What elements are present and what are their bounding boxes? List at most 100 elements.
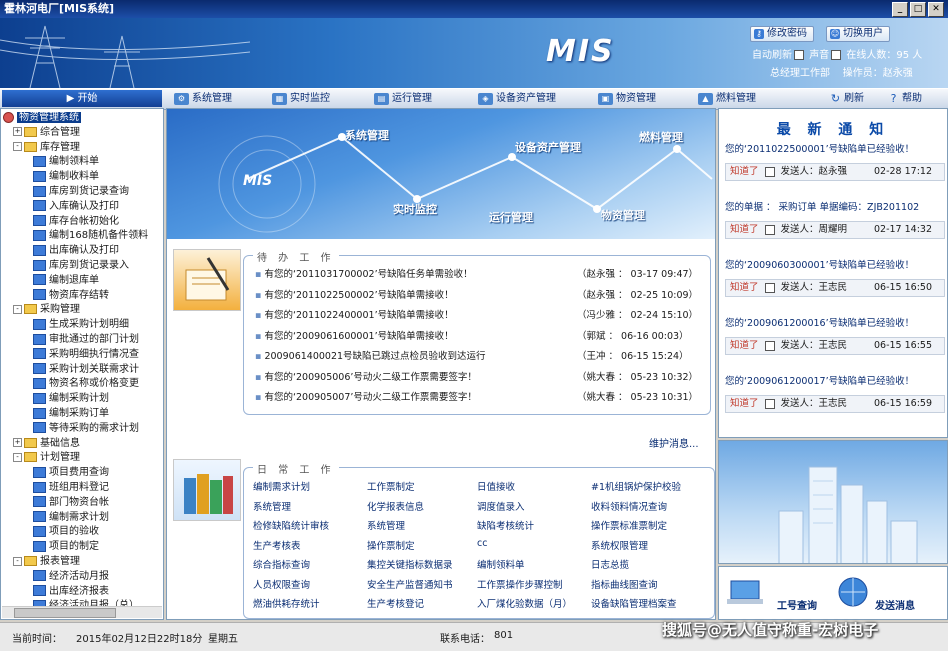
tree-leaf-item[interactable]: 班组用料登记 — [33, 481, 109, 494]
tree-leaf-item[interactable]: 编制采购订单 — [33, 407, 109, 420]
acknowledge-checkbox[interactable] — [764, 398, 775, 409]
notice-message[interactable]: 您的‘2009061200016’号缺陷单已经验收！ — [725, 315, 914, 329]
change-password-button[interactable]: ⚷ 修改密码 — [750, 26, 814, 42]
tree-leaf-item[interactable]: 出库确认及打印 — [33, 244, 119, 257]
todo-item[interactable]: ▪ 有您的‘200905006’号动火二级工作票需要签字！ （姚大春 ： 05-2… — [255, 370, 698, 386]
tree-leaf-item[interactable]: 采购明细执行情况查 — [33, 348, 139, 361]
tree-leaf-item[interactable]: 经济活动月报 — [33, 570, 109, 583]
daily-work-link[interactable]: 编制需求计划 — [253, 479, 310, 493]
daily-work-link[interactable]: 指标曲线图查询 — [591, 577, 658, 591]
expand-icon[interactable]: + — [13, 438, 22, 448]
daily-work-link[interactable]: 调度值录入 — [477, 499, 525, 513]
daily-work-link[interactable]: 系统管理 — [367, 518, 405, 532]
collapse-icon[interactable]: - — [13, 556, 22, 566]
close-button[interactable]: ✕ — [928, 2, 944, 17]
tree-horizontal-scrollbar[interactable] — [2, 606, 162, 618]
tree-leaf-item[interactable]: 项目的验收 — [33, 525, 99, 538]
tree-leaf-item[interactable]: 项目费用查询 — [33, 466, 109, 479]
nav-materials-management[interactable]: ▣ 物资管理 — [596, 92, 656, 106]
collapse-icon[interactable]: - — [13, 142, 22, 152]
minimize-button[interactable]: _ — [892, 2, 908, 17]
tree-leaf-item[interactable]: 编制采购计划 — [33, 392, 109, 405]
collapse-icon[interactable]: - — [13, 452, 22, 462]
tree-leaf-item[interactable]: 库存台帐初始化 — [33, 215, 119, 228]
daily-work-link[interactable]: 入厂煤化验数据（月） — [477, 596, 572, 610]
daily-work-link[interactable]: 人员权限查询 — [253, 577, 310, 591]
todo-item[interactable]: ▪ 有您的‘200905007’号动火二级工作票需要签字！ （姚大春 ： 05-2… — [255, 390, 698, 406]
daily-work-link[interactable]: 操作票制定 — [367, 538, 415, 552]
nav-operation-management[interactable]: ▤ 运行管理 — [372, 92, 432, 106]
acknowledge-checkbox[interactable] — [764, 166, 775, 177]
tree-folder-item[interactable]: - 报表管理 — [13, 555, 80, 568]
daily-work-link[interactable]: 设备缺陷管理档案查 — [591, 596, 677, 610]
daily-work-link[interactable]: 工作票制定 — [367, 479, 415, 493]
collapse-icon[interactable]: - — [13, 304, 22, 314]
daily-work-link[interactable]: 集控关键指标数据录 — [367, 557, 453, 571]
send-message-button[interactable]: 发送消息 — [875, 597, 915, 612]
scrollbar-thumb[interactable] — [14, 608, 116, 618]
auto-refresh-checkbox[interactable] — [794, 50, 804, 60]
tree-folder-item[interactable]: - 采购管理 — [13, 303, 80, 316]
daily-work-link[interactable]: 日值接收 — [477, 479, 515, 493]
notice-message[interactable]: 您的单据 ： 采购订单 单据编码：ZJB201102 — [725, 199, 919, 213]
todo-item[interactable]: ▪ 有您的‘2011031700002’号缺陷任务单需验收！ （赵永强 ： 03-… — [255, 267, 698, 283]
nav-equipment-assets[interactable]: ◈ 设备资产管理 — [476, 92, 556, 106]
expand-icon[interactable]: + — [13, 127, 22, 137]
tree-folder-item[interactable]: - 计划管理 — [13, 451, 80, 464]
daily-work-link[interactable]: 操作票标准票制定 — [591, 518, 667, 532]
tree-leaf-item[interactable]: 项目的制定 — [33, 540, 99, 553]
daily-work-link[interactable]: 安全生产监督通知书 — [367, 577, 453, 591]
todo-item[interactable]: ▪ 有您的‘2011022500002’号缺陷单需接收！ （赵永强 ： 02-25… — [255, 288, 698, 304]
start-button[interactable]: ▶ 开始 — [2, 90, 162, 107]
daily-work-link[interactable]: 收料领料情况查询 — [591, 499, 667, 513]
work-query-button[interactable]: 工号查询 — [777, 597, 817, 612]
daily-work-link[interactable]: 综合指标查询 — [253, 557, 310, 571]
daily-work-link[interactable]: 日志总揽 — [591, 557, 629, 571]
tree-leaf-item[interactable]: 入库确认及打印 — [33, 200, 119, 213]
tree-leaf-item[interactable]: 审批通过的部门计划 — [33, 333, 139, 346]
tree-leaf-item[interactable]: 物资库存结转 — [33, 289, 109, 302]
tree-leaf-item[interactable]: 生成采购计划明细 — [33, 318, 129, 331]
tree-leaf-item[interactable]: 编制退库单 — [33, 274, 99, 287]
todo-item[interactable]: ▪ 有您的‘2011022400001’号缺陷单需接收！ （冯少雅 ： 02-24… — [255, 308, 698, 324]
todo-item[interactable]: ▪ 有您的‘2009061600001’号缺陷单需接收！ （郭斌 ： 06-16 … — [255, 329, 689, 345]
switch-user-button[interactable]: ☺ 切换用户 — [826, 26, 890, 42]
daily-work-link[interactable]: 检修缺陷统计审核 — [253, 518, 329, 532]
daily-work-link[interactable]: 生产考核登记 — [367, 596, 424, 610]
tree-leaf-item[interactable]: 库房到货记录查询 — [33, 185, 129, 198]
daily-work-link[interactable]: 编制领料单 — [477, 557, 525, 571]
todo-item[interactable]: ▪ 2009061400021号缺陷已跳过点检员验收到达运行 （王冲 ： 06-1… — [255, 349, 689, 365]
notice-message[interactable]: 您的‘2009060300001’号缺陷单已经验收！ — [725, 257, 914, 271]
tree-folder-item[interactable]: + 基础信息 — [13, 437, 80, 450]
maximize-button[interactable]: □ — [910, 2, 926, 17]
tree-leaf-item[interactable]: 物资名称或价格变更 — [33, 377, 139, 390]
acknowledge-checkbox[interactable] — [764, 340, 775, 351]
acknowledge-checkbox[interactable] — [764, 282, 775, 293]
daily-work-link[interactable]: 工作票操作步骤控制 — [477, 577, 563, 591]
tree-root[interactable]: 物资管理系统 — [3, 111, 81, 124]
tree-leaf-item[interactable]: 编制168随机备件领料 — [33, 229, 148, 242]
nav-system-management[interactable]: ⚙ 系统管理 — [172, 92, 232, 106]
daily-work-link[interactable]: 生产考核表 — [253, 538, 301, 552]
daily-work-link[interactable]: 缺陷考核统计 — [477, 518, 534, 532]
daily-work-link[interactable]: 系统管理 — [253, 499, 291, 513]
tree-leaf-item[interactable]: 编制收料单 — [33, 170, 99, 183]
tree-leaf-item[interactable]: 编制需求计划 — [33, 511, 109, 524]
daily-work-link[interactable]: 系统权限管理 — [591, 538, 648, 552]
tree-leaf-item[interactable]: 等待采购的需求计划 — [33, 422, 139, 435]
acknowledge-checkbox[interactable] — [764, 224, 775, 235]
tree-leaf-item[interactable]: 采购计划关联需求计 — [33, 363, 139, 376]
refresh-button[interactable]: ↻ 刷新 — [828, 92, 864, 106]
sound-checkbox[interactable] — [831, 50, 842, 60]
daily-work-link[interactable]: cc — [477, 538, 487, 549]
tree-leaf-item[interactable]: 编制领料单 — [33, 155, 99, 168]
maintain-messages-link[interactable]: 维护消息... — [649, 435, 699, 450]
tree-folder-item[interactable]: - 库存管理 — [13, 141, 80, 154]
notice-message[interactable]: 您的‘2009061200017’号缺陷单已经验收！ — [725, 373, 914, 387]
daily-work-link[interactable]: 化学报表信息 — [367, 499, 424, 513]
notice-message[interactable]: 您的‘2011022500001’号缺陷单已经验收！ — [725, 141, 914, 155]
nav-fuel-management[interactable]: ▲ 燃料管理 — [696, 92, 756, 106]
tree-folder-item[interactable]: + 综合管理 — [13, 126, 80, 139]
tree-leaf-item[interactable]: 出库经济报表 — [33, 585, 109, 598]
tree-leaf-item[interactable]: 部门物资台帐 — [33, 496, 109, 509]
